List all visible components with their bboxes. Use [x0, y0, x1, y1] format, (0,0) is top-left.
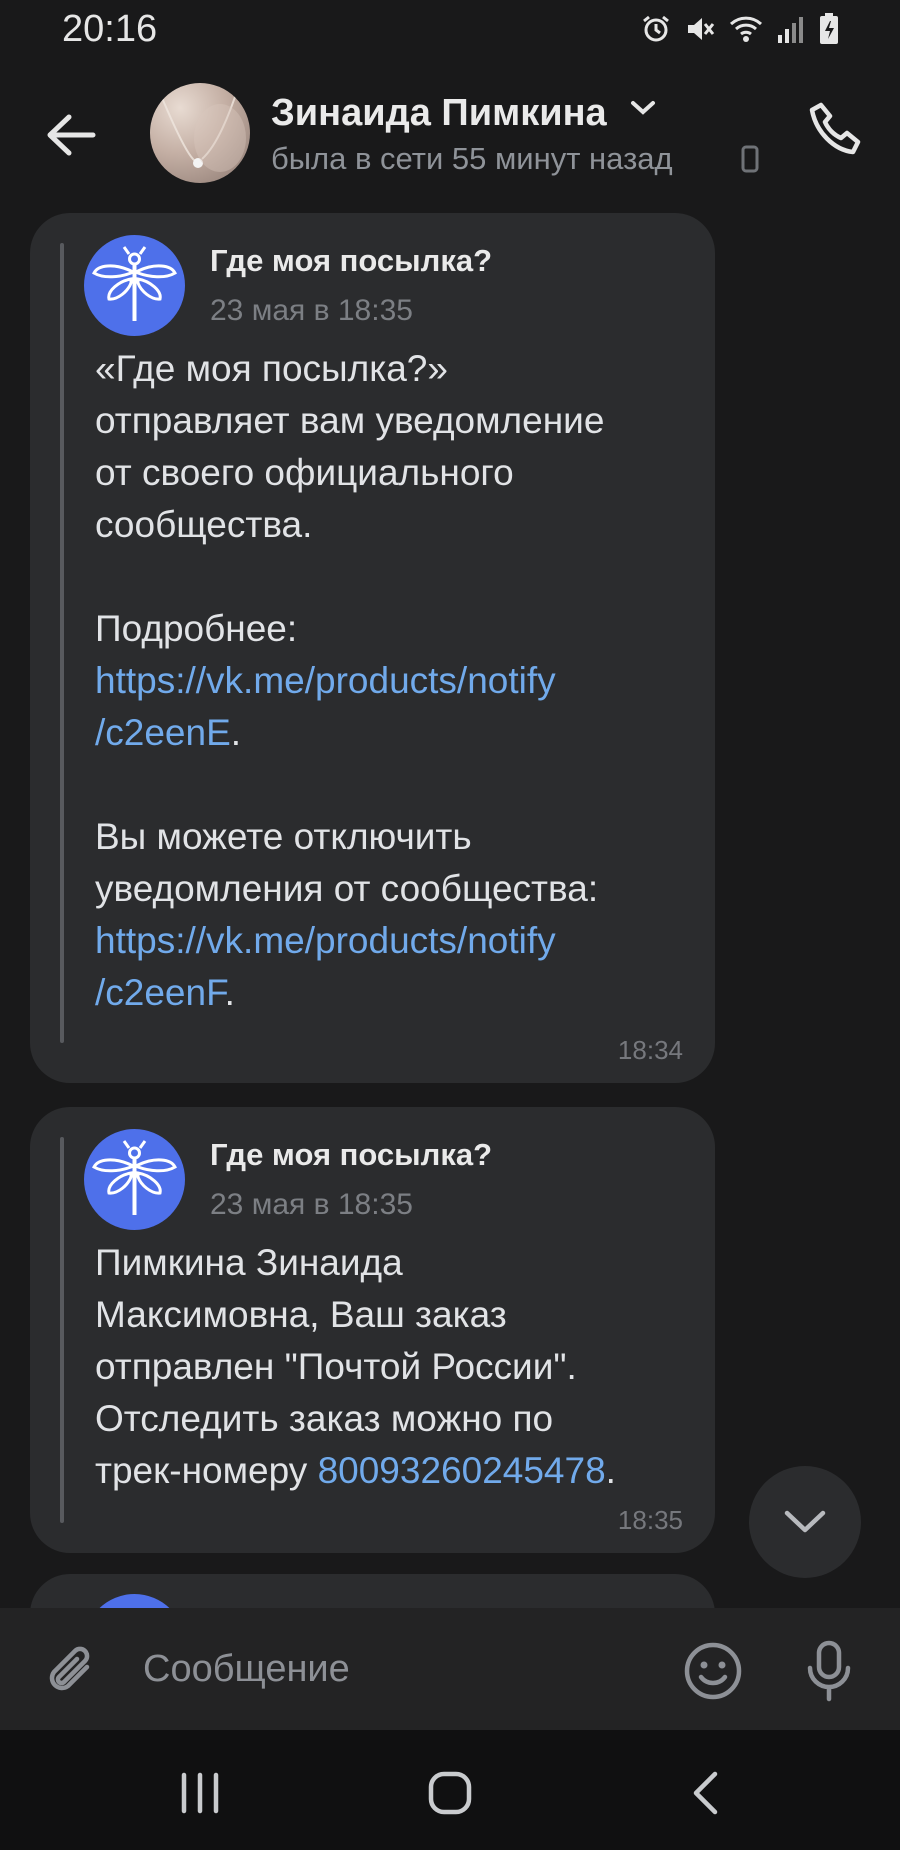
notify-link[interactable]: https://vk.me/products/notify	[95, 655, 695, 707]
message-time: 18:35	[617, 1505, 683, 1535]
message-bubble[interactable]: Где моя посылка? 23 мая в 18:35 Пимкина …	[30, 1107, 715, 1553]
message-line: уведомления от сообщества:	[95, 868, 599, 909]
back-button[interactable]	[38, 102, 104, 168]
avatar-photo	[159, 87, 246, 172]
message-line: сообщества.	[95, 504, 313, 545]
unsubscribe-link[interactable]: https://vk.me/products/notify	[95, 915, 695, 967]
contact-last-seen: была в сети 55 минут назад	[271, 141, 673, 176]
contact-avatar[interactable]	[150, 83, 250, 183]
recent-apps-button[interactable]	[170, 1763, 230, 1823]
battery-charging-icon	[818, 12, 840, 46]
paperclip-icon	[49, 1646, 90, 1691]
message-line: Пимкина Зинаида	[95, 1242, 403, 1283]
contact-name[interactable]: Зинаида Пимкина	[271, 92, 607, 135]
message-text: «Где моя посылка?» отправляет вам уведом…	[95, 343, 695, 1019]
unsubscribe-link[interactable]: /c2eenF	[95, 972, 225, 1013]
back-arrow-icon	[47, 114, 96, 156]
wifi-icon	[728, 13, 764, 45]
status-bar: 20:16	[0, 0, 900, 60]
message-composer	[0, 1608, 900, 1730]
chevron-down-icon	[784, 1510, 826, 1533]
mobile-device-icon	[741, 145, 759, 173]
emoji-icon	[684, 1642, 742, 1700]
chevron-down-icon[interactable]	[630, 100, 656, 116]
forward-line	[60, 243, 64, 1043]
voice-message-button[interactable]	[796, 1638, 862, 1704]
home-icon	[428, 1771, 472, 1815]
microphone-icon	[807, 1640, 851, 1702]
scroll-down-button[interactable]	[749, 1466, 861, 1578]
forward-date: 23 мая в 18:35	[210, 294, 413, 327]
forward-line	[60, 1137, 64, 1523]
message-line: /c2eenE.	[95, 712, 242, 753]
system-navigation-bar	[0, 1730, 900, 1850]
message-input[interactable]	[143, 1634, 663, 1704]
message-text: Пимкина Зинаида Максимовна, Ваш заказ от…	[95, 1237, 695, 1497]
chat-header: Зинаида Пимкина была в сети 55 минут наз…	[0, 70, 900, 200]
status-time: 20:16	[62, 8, 158, 50]
track-label: трек-номеру	[95, 1450, 318, 1491]
recent-apps-icon	[181, 1772, 219, 1814]
forward-date: 23 мая в 18:35	[210, 1188, 413, 1221]
attach-button[interactable]	[38, 1638, 104, 1704]
message-line: Отследить заказ можно по	[95, 1398, 554, 1439]
community-avatar[interactable]	[84, 1129, 185, 1230]
back-icon	[693, 1771, 718, 1815]
mute-icon	[684, 13, 716, 45]
message-line: Подробнее:	[95, 608, 298, 649]
message-line: «Где моя посылка?»	[95, 348, 448, 389]
system-back-button[interactable]	[675, 1763, 735, 1823]
track-number-link[interactable]: 80093260245478	[318, 1450, 606, 1491]
alarm-icon	[640, 13, 672, 45]
notify-link[interactable]: /c2eenE	[95, 712, 231, 753]
forward-source-name[interactable]: Где моя посылка?	[210, 1137, 492, 1173]
home-button[interactable]	[420, 1763, 480, 1823]
community-avatar[interactable]	[84, 235, 185, 336]
emoji-button[interactable]	[680, 1638, 746, 1704]
dragonfly-icon	[92, 246, 177, 321]
phone-icon	[809, 102, 861, 155]
message-time: 18:34	[617, 1035, 683, 1065]
message-line: отправлен "Почтой России".	[95, 1346, 577, 1387]
status-icons	[640, 12, 840, 46]
call-button[interactable]	[798, 92, 874, 168]
message-bubble[interactable]: Где моя посылка? 23 мая в 18:35 «Где моя…	[30, 213, 715, 1083]
forward-source-name[interactable]: Где моя посылка?	[210, 243, 492, 279]
message-line: трек-номеру 80093260245478.	[95, 1450, 616, 1491]
message-line: /c2eenF.	[95, 972, 235, 1013]
message-line: Максимовна, Ваш заказ	[95, 1294, 507, 1335]
message-line: от своего официального	[95, 452, 514, 493]
message-line: отправляет вам уведомление	[95, 400, 605, 441]
dragonfly-icon	[92, 1140, 177, 1215]
message-line: Вы можете отключить	[95, 816, 472, 857]
signal-icon	[776, 13, 806, 45]
